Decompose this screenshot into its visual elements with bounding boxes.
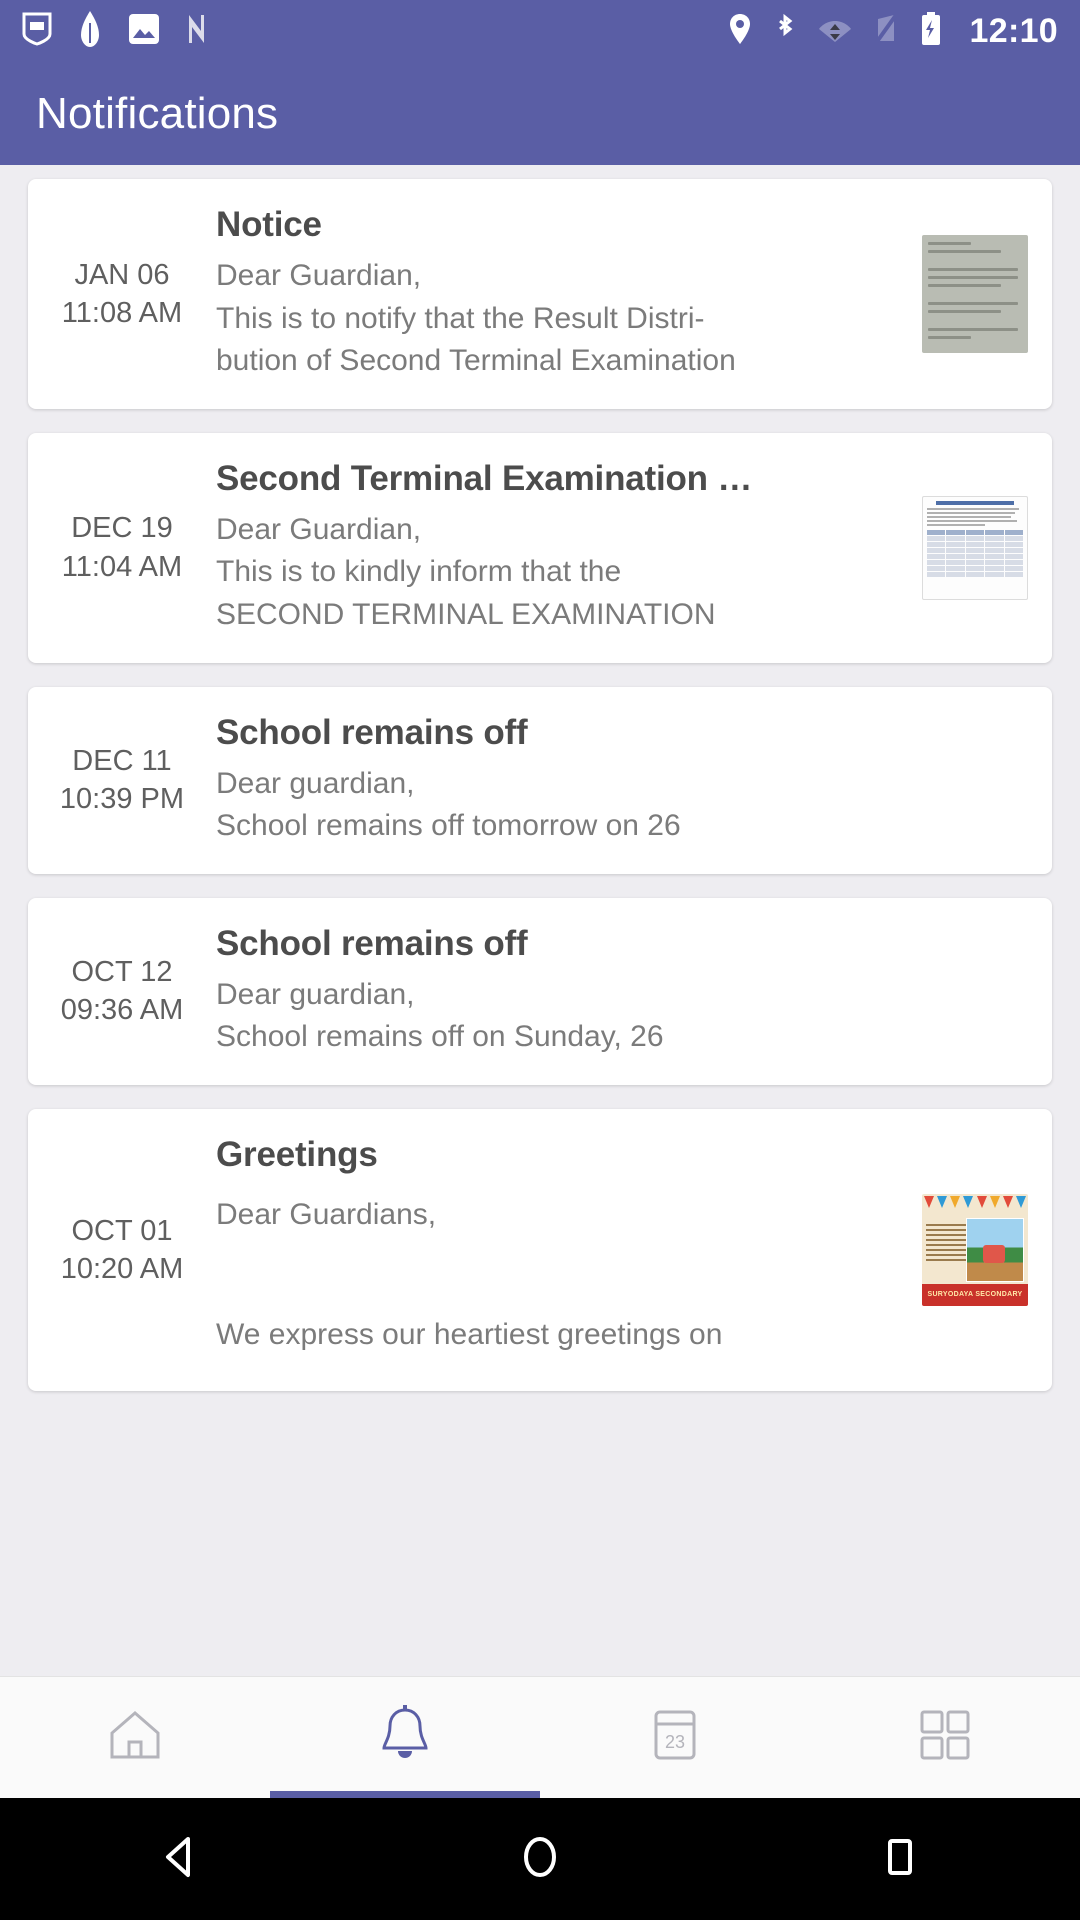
notification-card[interactable]: JAN 06 11:08 AM Notice Dear Guardian, Th… bbox=[28, 179, 1052, 409]
wifi-icon bbox=[818, 15, 852, 48]
notification-body: Dear guardian, School remains off on Sun… bbox=[216, 977, 664, 1054]
nav-item-home[interactable] bbox=[0, 1677, 270, 1798]
home-circle-icon bbox=[516, 1833, 564, 1886]
pen-nib-icon bbox=[78, 10, 102, 52]
notification-date-time: 11:04 AM bbox=[61, 550, 183, 583]
notification-date: OCT 01 10:20 AM bbox=[28, 1135, 216, 1365]
notification-body: Dear Guardians, We express our heartiest… bbox=[216, 1197, 723, 1351]
back-triangle-icon bbox=[156, 1833, 204, 1886]
scanned-notice-letter-image bbox=[922, 234, 1028, 353]
exam-routine-table-image bbox=[922, 495, 1028, 600]
app-bar: Notifications bbox=[0, 62, 1080, 165]
notification-content: School remains off Dear guardian, School… bbox=[216, 924, 1028, 1059]
notification-date-day: DEC 19 bbox=[71, 512, 173, 545]
calendar-icon: 23 bbox=[648, 1704, 702, 1771]
notification-content: Notice Dear Guardian, This is to notify … bbox=[216, 205, 916, 383]
notification-date-day: JAN 06 bbox=[74, 258, 170, 291]
notification-date: JAN 06 11:08 AM bbox=[28, 205, 216, 383]
nav-recents-button[interactable] bbox=[720, 1833, 1080, 1886]
notification-date-day: OCT 01 bbox=[71, 1214, 173, 1247]
location-icon bbox=[728, 13, 752, 50]
greeting-card-caption: SURYODAYA SECONDARY bbox=[927, 1290, 1023, 1298]
android-system-nav bbox=[0, 1798, 1080, 1920]
notification-card[interactable]: DEC 19 11:04 AM Second Terminal Examinat… bbox=[28, 432, 1052, 663]
school-crest-icon bbox=[22, 12, 52, 51]
grid-icon bbox=[916, 1706, 974, 1769]
nav-home-button[interactable] bbox=[360, 1833, 720, 1886]
nav-item-calendar[interactable]: 23 bbox=[540, 1677, 810, 1798]
status-bar-system-icons: 12:10 bbox=[728, 11, 1058, 51]
status-bar: 12:10 bbox=[0, 0, 1080, 62]
notification-title: Notice bbox=[216, 205, 322, 244]
battery-charging-icon bbox=[920, 11, 942, 51]
recents-square-icon bbox=[876, 1833, 924, 1886]
greeting-card-image: SURYODAYA SECONDARY bbox=[922, 1193, 1028, 1306]
status-bar-notification-icons bbox=[22, 10, 218, 52]
notification-content: Second Terminal Examination … Dear Guard… bbox=[216, 459, 916, 637]
notification-date: OCT 12 09:36 AM bbox=[28, 924, 216, 1059]
notification-date-time: 11:08 AM bbox=[61, 296, 183, 329]
notification-body: Dear Guardian, This is to kindly inform … bbox=[216, 512, 716, 631]
notification-date: DEC 19 11:04 AM bbox=[28, 459, 216, 637]
nav-item-more[interactable] bbox=[810, 1677, 1080, 1798]
notification-title: School remains off bbox=[216, 923, 528, 963]
home-icon bbox=[104, 1704, 166, 1771]
notification-list[interactable]: JAN 06 11:08 AM Notice Dear Guardian, Th… bbox=[0, 165, 1080, 1676]
nova-launcher-icon bbox=[186, 12, 218, 51]
bottom-navigation: 23 bbox=[0, 1676, 1080, 1798]
bell-icon bbox=[376, 1704, 434, 1771]
bluetooth-icon bbox=[774, 13, 796, 50]
nav-back-button[interactable] bbox=[0, 1833, 360, 1886]
notification-content: School remains off Dear guardian, School… bbox=[216, 713, 1028, 848]
notification-date-time: 10:39 PM bbox=[59, 783, 185, 816]
nav-item-notifications[interactable] bbox=[270, 1677, 540, 1798]
notification-content: Greetings Dear Guardians, We express our… bbox=[216, 1135, 916, 1365]
notification-body: Dear guardian, School remains off tomorr… bbox=[216, 766, 681, 843]
notification-card[interactable]: OCT 12 09:36 AM School remains off Dear … bbox=[28, 897, 1052, 1085]
signal-off-icon bbox=[873, 13, 898, 50]
notification-title: Greetings bbox=[216, 1134, 378, 1174]
svg-text:23: 23 bbox=[665, 1732, 685, 1752]
notification-title: School remains off bbox=[216, 712, 528, 752]
notification-body: Dear Guardian, This is to notify that th… bbox=[216, 259, 736, 378]
app-screen: 12:10 Notifications JAN 06 11:08 AM Noti… bbox=[0, 0, 1080, 1920]
notification-card[interactable]: DEC 11 10:39 PM School remains off Dear … bbox=[28, 686, 1052, 874]
notification-date-day: DEC 11 bbox=[72, 744, 172, 777]
photo-icon bbox=[128, 12, 160, 51]
active-tab-indicator bbox=[270, 1791, 540, 1798]
notification-title: Second Terminal Examination … bbox=[216, 458, 753, 498]
notification-date: DEC 11 10:39 PM bbox=[28, 713, 216, 848]
notification-date-time: 09:36 AM bbox=[60, 994, 184, 1027]
notification-date-time: 10:20 AM bbox=[60, 1252, 184, 1285]
status-bar-clock: 12:10 bbox=[969, 11, 1058, 50]
notification-card[interactable]: OCT 01 10:20 AM Greetings Dear Guardians… bbox=[28, 1108, 1052, 1391]
page-title: Notifications bbox=[36, 88, 279, 138]
notification-date-day: OCT 12 bbox=[71, 956, 173, 989]
